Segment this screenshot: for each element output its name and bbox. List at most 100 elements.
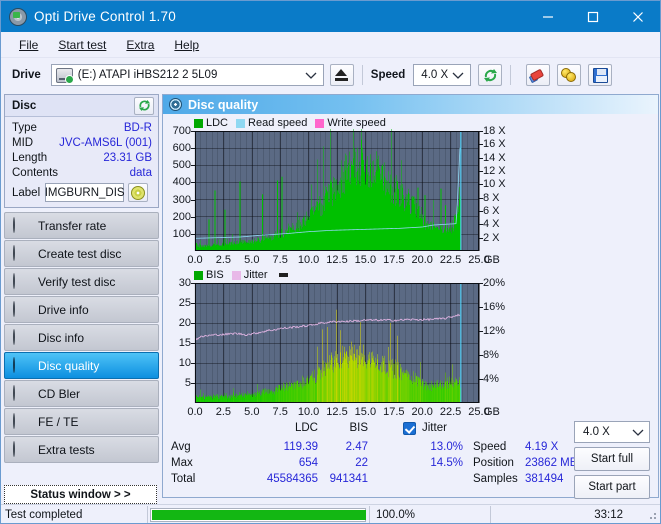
eject-button[interactable]	[330, 64, 354, 86]
eject-icon	[335, 69, 348, 81]
drive-label: Drive	[12, 69, 41, 81]
menu-help[interactable]: Help	[165, 35, 208, 55]
position-stat-label: Position	[473, 457, 514, 469]
legend-label-ldc: LDC	[206, 117, 228, 129]
drive-select[interactable]: (E:) ATAPI iHBS212 2 5L09	[51, 64, 324, 86]
legend-item-ldc: LDC	[194, 117, 228, 129]
disc-row-value: 23.31 GB	[103, 152, 152, 164]
x-tick-label: 17.5	[378, 254, 410, 266]
y-tick-label: 400	[163, 176, 191, 188]
status-window-button[interactable]: Status window > >	[4, 485, 157, 504]
speed-select[interactable]: 4.0 X	[413, 64, 471, 86]
disc-label-icon-button[interactable]	[128, 183, 148, 202]
drive-select-value: (E:) ATAPI iHBS212 2 5L09	[78, 69, 218, 81]
x-tick-label: 22.5	[435, 254, 467, 266]
settings-button[interactable]	[557, 64, 581, 86]
menu-extra[interactable]: Extra	[117, 35, 163, 55]
y2-tick	[479, 355, 483, 356]
stats-ldc-max: 654	[218, 457, 318, 469]
stats-bis-avg: 2.47	[318, 441, 368, 453]
start-full-button[interactable]: Start full	[574, 447, 650, 471]
stats-row-max: Max	[171, 457, 193, 469]
sidebar-item-cd-bler[interactable]: CD Bler	[4, 380, 159, 407]
sidebar-item-label: Drive info	[38, 303, 89, 317]
x-tick-label: 15.0	[349, 254, 381, 266]
legend-label-write-speed: Write speed	[327, 117, 386, 129]
disc-label-input[interactable]: IMGBURN_DIS	[45, 183, 124, 202]
menu-file[interactable]: File	[10, 35, 47, 55]
disc-refresh-button[interactable]	[134, 97, 154, 115]
legend-swatch-bis	[194, 271, 203, 280]
y2-tick	[479, 283, 483, 284]
sidebar-item-label: Transfer rate	[38, 219, 106, 233]
refresh-icon	[138, 99, 151, 112]
y2-tick	[479, 224, 483, 225]
elapsed-time: 33:12	[491, 506, 631, 524]
ldc-legend: LDC Read speed Write speed	[194, 117, 394, 129]
panel-header: Disc quality	[163, 95, 658, 114]
sidebar-item-disc-info[interactable]: Disc info	[4, 324, 159, 351]
sidebar-item-label: CD Bler	[38, 387, 80, 401]
jitter-checkbox[interactable]	[403, 422, 416, 435]
close-icon[interactable]	[615, 1, 660, 32]
y2-tick	[479, 198, 483, 199]
test-speed-select[interactable]: 4.0 X	[574, 421, 650, 443]
sidebar-item-label: Disc info	[38, 331, 84, 345]
toolbar-divider	[362, 65, 363, 85]
y2-tick-label: 20%	[483, 277, 505, 289]
sidebar-item-label: Extra tests	[38, 443, 95, 457]
y2-tick-label: 12 X	[483, 165, 506, 177]
menu-start-test-label: Start test	[58, 38, 106, 52]
y-tick	[191, 131, 195, 132]
app-icon	[9, 8, 27, 26]
y2-tick	[479, 307, 483, 308]
disc-row-key: Type	[12, 122, 37, 134]
disc-row-length: Length 23.31 GB	[12, 150, 152, 165]
disc-info-rows: Type BD-R MID JVC-AMS6L (001) Length 23.…	[5, 117, 158, 207]
y2-tick-label: 2 X	[483, 232, 500, 244]
refresh-button[interactable]	[478, 64, 502, 86]
sidebar-item-drive-info[interactable]: Drive info	[4, 296, 159, 323]
y-tick	[191, 303, 195, 304]
y2-tick-label: 8 X	[483, 192, 500, 204]
y2-tick	[479, 379, 483, 380]
progress-bar-cell	[148, 508, 366, 522]
resize-grip[interactable]	[646, 509, 658, 521]
stats-ldc-total: 45584365	[218, 473, 318, 485]
y-tick-label: 600	[163, 142, 191, 154]
y-tick-label: 15	[163, 337, 191, 349]
extra-tests-icon	[13, 442, 29, 457]
y-tick-label: 200	[163, 211, 191, 223]
disc-row-key: Contents	[12, 167, 58, 179]
sidebar-item-extra-tests[interactable]: Extra tests	[4, 436, 159, 463]
status-message: Test completed	[1, 506, 147, 524]
stats-col-ldc: LDC	[258, 422, 318, 434]
y2-tick-label: 4%	[483, 373, 499, 385]
sidebar-item-disc-quality[interactable]: Disc quality	[4, 352, 159, 379]
stats-jitter-avg: 13.0%	[401, 441, 463, 453]
y2-tick	[479, 158, 483, 159]
x-tick-label: 2.5	[207, 254, 239, 266]
sidebar-item-transfer-rate[interactable]: Transfer rate	[4, 212, 159, 239]
sidebar-item-create-test-disc[interactable]: Create test disc	[4, 240, 159, 267]
page-title: Disc quality	[188, 98, 258, 112]
sidebar-item-verify-test-disc[interactable]: Verify test disc	[4, 268, 159, 295]
stats-row-total: Total	[171, 473, 195, 485]
bis-chart: 510152025304%8%12%16%20%	[163, 281, 658, 406]
stats-bis-total: 941341	[318, 473, 368, 485]
stats-bis-max: 22	[318, 457, 368, 469]
sidebar-item-fe-te[interactable]: FE / TE	[4, 408, 159, 435]
ldc-chart: 1002003004005006007002 X4 X6 X8 X10 X12 …	[163, 129, 658, 254]
minimize-icon[interactable]	[525, 1, 570, 32]
disc-row-contents: Contents data	[12, 165, 152, 180]
speed-select-value: 4.0 X	[421, 69, 448, 81]
menu-start-test[interactable]: Start test	[49, 35, 115, 55]
save-button[interactable]	[588, 64, 612, 86]
legend-item-read-speed: Read speed	[236, 117, 307, 129]
disc-row-type: Type BD-R	[12, 120, 152, 135]
speed-label: Speed	[371, 69, 406, 81]
maximize-icon[interactable]	[570, 1, 615, 32]
y2-tick-label: 4 X	[483, 218, 500, 230]
erase-button[interactable]	[526, 64, 550, 86]
start-part-button[interactable]: Start part	[574, 475, 650, 499]
